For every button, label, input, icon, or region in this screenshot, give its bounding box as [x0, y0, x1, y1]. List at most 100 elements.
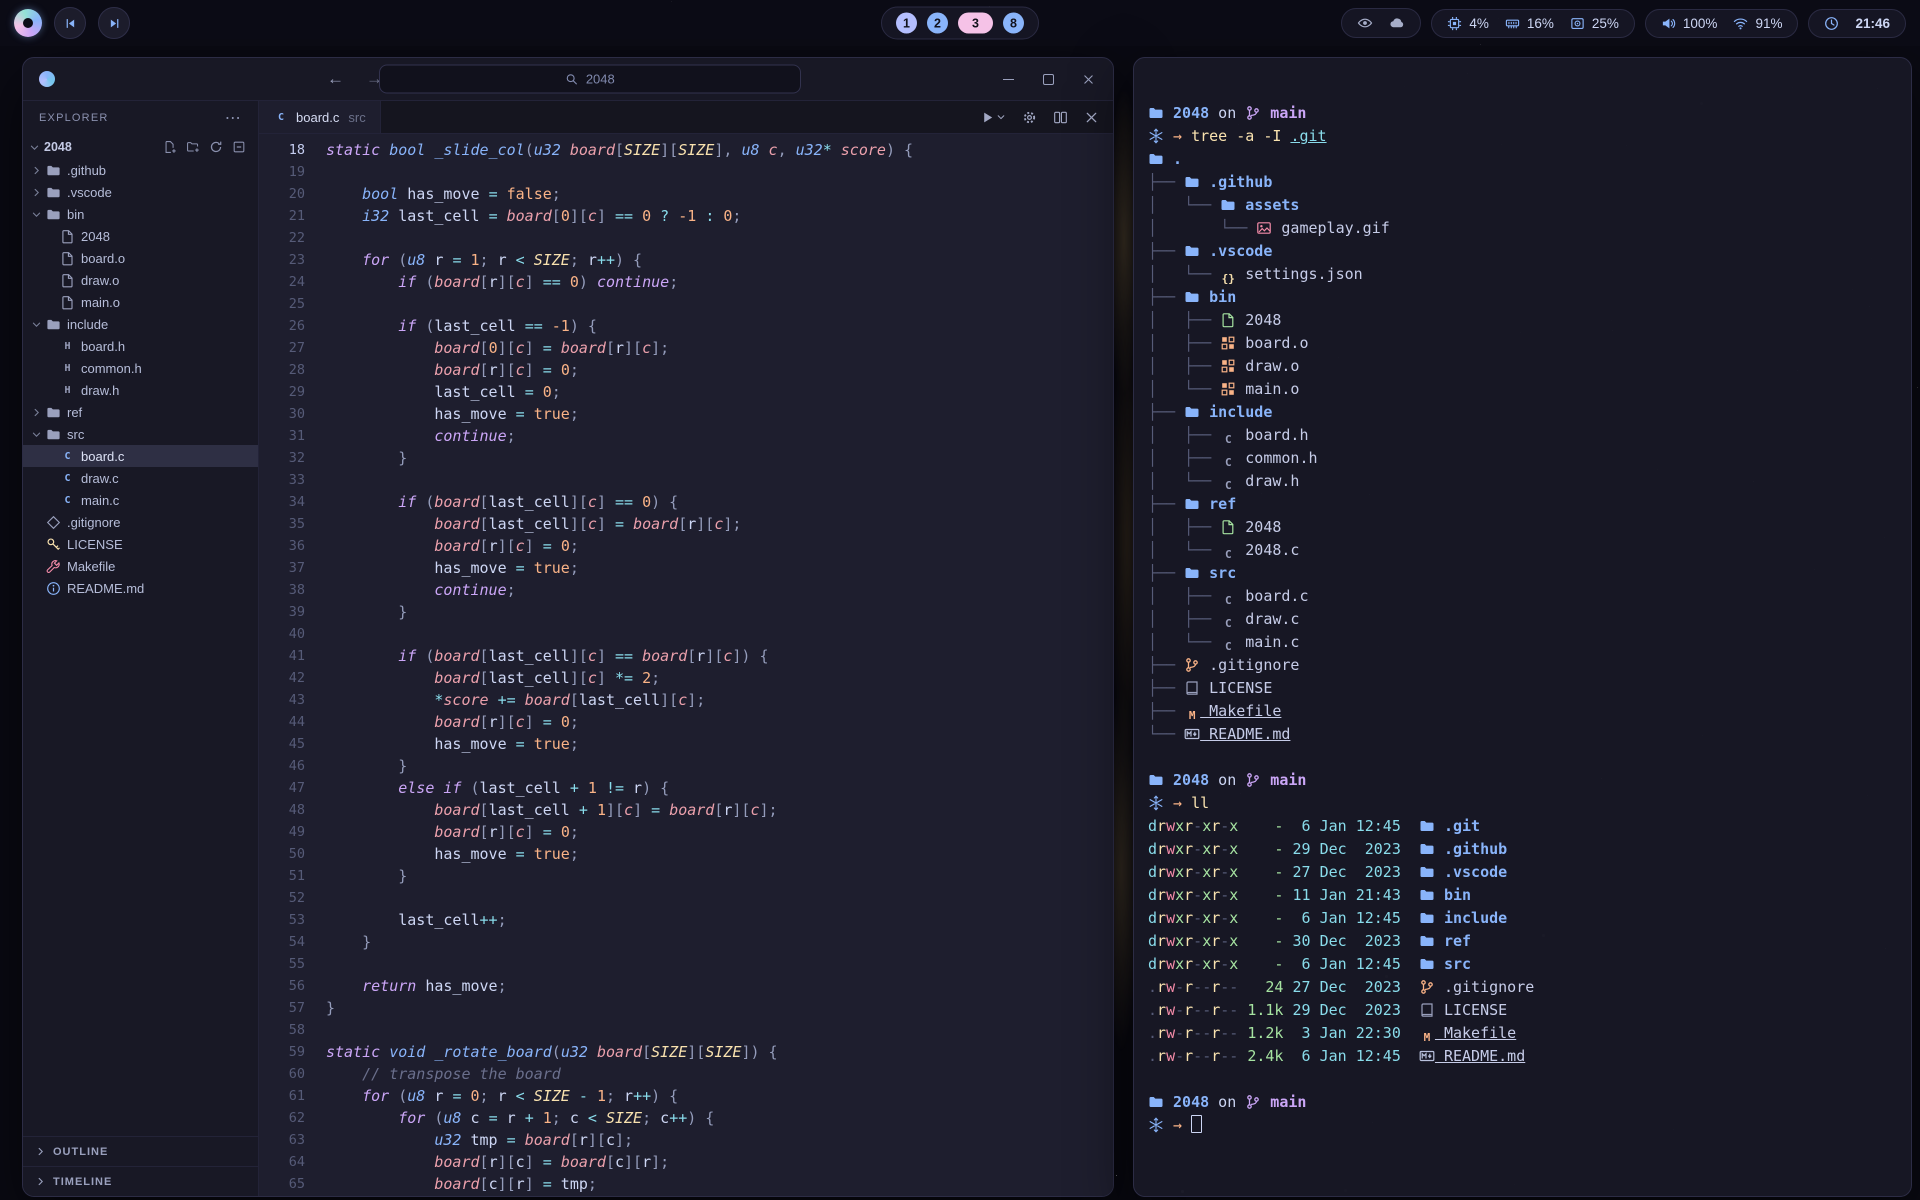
code-line-54[interactable]: 54 }	[259, 931, 1113, 953]
weather-widget[interactable]	[1341, 8, 1421, 38]
code-line-47[interactable]: 47 else if (last_cell + 1 != r) {	[259, 777, 1113, 799]
minimize-button[interactable]	[1001, 72, 1015, 86]
explorer-item-draw.o[interactable]: draw.o	[23, 269, 258, 291]
code-line-36[interactable]: 36 board[r][c] = 0;	[259, 535, 1113, 557]
explorer-item-board.h[interactable]: Hboard.h	[23, 335, 258, 357]
explorer-item-include[interactable]: include	[23, 313, 258, 335]
tab-board-c[interactable]: C board.c src	[259, 101, 381, 133]
explorer-item-README.md[interactable]: README.md	[23, 577, 258, 599]
code-line-21[interactable]: 21 i32 last_cell = board[0][c] == 0 ? -1…	[259, 205, 1113, 227]
code-line-63[interactable]: 63 u32 tmp = board[r][c];	[259, 1129, 1113, 1151]
explorer-item-ref[interactable]: ref	[23, 401, 258, 423]
code-line-60[interactable]: 60 // transpose the board	[259, 1063, 1113, 1085]
code-line-25[interactable]: 25	[259, 293, 1113, 315]
explorer-item-draw.c[interactable]: Cdraw.c	[23, 467, 258, 489]
workspace-8[interactable]: 8	[1003, 13, 1024, 34]
back-button[interactable]: ←	[327, 69, 344, 89]
code-line-56[interactable]: 56 return has_move;	[259, 975, 1113, 997]
close-editor-icon[interactable]	[1084, 110, 1099, 125]
clock-widget[interactable]: 21:46	[1808, 9, 1906, 38]
code-line-37[interactable]: 37 has_move = true;	[259, 557, 1113, 579]
code-line-32[interactable]: 32 }	[259, 447, 1113, 469]
explorer-item-.github[interactable]: .github	[23, 159, 258, 181]
code-line-62[interactable]: 62 for (u8 c = r + 1; c < SIZE; c++) {	[259, 1107, 1113, 1129]
code-line-26[interactable]: 26 if (last_cell == -1) {	[259, 315, 1113, 337]
code-line-19[interactable]: 19	[259, 161, 1113, 183]
code-line-61[interactable]: 61 for (u8 r = 0; r < SIZE - 1; r++) {	[259, 1085, 1113, 1107]
code-line-49[interactable]: 49 board[r][c] = 0;	[259, 821, 1113, 843]
code-line-57[interactable]: 57}	[259, 997, 1113, 1019]
code-line-31[interactable]: 31 continue;	[259, 425, 1113, 447]
code-line-23[interactable]: 23 for (u8 r = 1; r < SIZE; r++) {	[259, 249, 1113, 271]
explorer-item-bin[interactable]: bin	[23, 203, 258, 225]
explorer-item-draw.h[interactable]: Hdraw.h	[23, 379, 258, 401]
explorer-item-Makefile[interactable]: Makefile	[23, 555, 258, 577]
code-line-42[interactable]: 42 board[last_cell][c] *= 2;	[259, 667, 1113, 689]
workspace-1[interactable]: 1	[896, 13, 917, 34]
system-logo-icon[interactable]	[14, 9, 42, 37]
explorer-item-2048[interactable]: 2048	[23, 225, 258, 247]
wifi-stat[interactable]: 91%	[1733, 16, 1782, 31]
explorer-item-main.o[interactable]: main.o	[23, 291, 258, 313]
code-line-44[interactable]: 44 board[r][c] = 0;	[259, 711, 1113, 733]
outline-section[interactable]: OUTLINE	[23, 1136, 258, 1166]
code-line-24[interactable]: 24 if (board[r][c] == 0) continue;	[259, 271, 1113, 293]
new-file-icon[interactable]	[163, 140, 177, 154]
code-line-20[interactable]: 20 bool has_move = false;	[259, 183, 1113, 205]
explorer-item-board.o[interactable]: board.o	[23, 247, 258, 269]
explorer-item-LICENSE[interactable]: LICENSE	[23, 533, 258, 555]
code-line-33[interactable]: 33	[259, 469, 1113, 491]
code-line-65[interactable]: 65 board[c][r] = tmp;	[259, 1173, 1113, 1195]
terminal-window[interactable]: 2048 on main → tree -a -I .git .├── .git…	[1133, 57, 1912, 1197]
code-line-64[interactable]: 64 board[r][c] = board[c][r];	[259, 1151, 1113, 1173]
code-line-43[interactable]: 43 *score += board[last_cell][c];	[259, 689, 1113, 711]
code-line-38[interactable]: 38 continue;	[259, 579, 1113, 601]
audio-network-widget[interactable]: 100% 91%	[1645, 9, 1799, 38]
code-line-28[interactable]: 28 board[r][c] = 0;	[259, 359, 1113, 381]
split-editor-icon[interactable]	[1053, 110, 1068, 125]
code-line-50[interactable]: 50 has_move = true;	[259, 843, 1113, 865]
code-line-40[interactable]: 40	[259, 623, 1113, 645]
settings-gear-icon[interactable]	[1022, 110, 1037, 125]
collapse-all-icon[interactable]	[232, 140, 246, 154]
code-line-48[interactable]: 48 board[last_cell + 1][c] = board[r][c]…	[259, 799, 1113, 821]
code-line-30[interactable]: 30 has_move = true;	[259, 403, 1113, 425]
command-center-search[interactable]: 2048	[379, 65, 801, 94]
explorer-item-common.h[interactable]: Hcommon.h	[23, 357, 258, 379]
code-line-55[interactable]: 55	[259, 953, 1113, 975]
explorer-root-folder[interactable]: 2048	[23, 135, 258, 159]
new-folder-icon[interactable]	[186, 140, 200, 154]
code-line-29[interactable]: 29 last_cell = 0;	[259, 381, 1113, 403]
media-previous-button[interactable]	[54, 7, 86, 39]
refresh-icon[interactable]	[209, 140, 223, 154]
code-line-22[interactable]: 22	[259, 227, 1113, 249]
code-line-18[interactable]: 18static bool _slide_col(u32 board[SIZE]…	[259, 139, 1113, 161]
explorer-item-main.c[interactable]: Cmain.c	[23, 489, 258, 511]
timeline-section[interactable]: TIMELINE	[23, 1166, 258, 1196]
code-line-59[interactable]: 59static void _rotate_board(u32 board[SI…	[259, 1041, 1113, 1063]
code-line-51[interactable]: 51 }	[259, 865, 1113, 887]
code-line-27[interactable]: 27 board[0][c] = board[r][c];	[259, 337, 1113, 359]
maximize-button[interactable]	[1041, 72, 1055, 86]
code-line-58[interactable]: 58	[259, 1019, 1113, 1041]
code-line-45[interactable]: 45 has_move = true;	[259, 733, 1113, 755]
code-line-39[interactable]: 39 }	[259, 601, 1113, 623]
more-actions-icon[interactable]: ⋯	[225, 108, 242, 128]
media-next-button[interactable]	[98, 7, 130, 39]
code-line-41[interactable]: 41 if (board[last_cell][c] == board[r][c…	[259, 645, 1113, 667]
code-line-34[interactable]: 34 if (board[last_cell][c] == 0) {	[259, 491, 1113, 513]
explorer-item-.gitignore[interactable]: .gitignore	[23, 511, 258, 533]
code-line-53[interactable]: 53 last_cell++;	[259, 909, 1113, 931]
explorer-item-.vscode[interactable]: .vscode	[23, 181, 258, 203]
code-line-46[interactable]: 46 }	[259, 755, 1113, 777]
code-line-35[interactable]: 35 board[last_cell][c] = board[r][c];	[259, 513, 1113, 535]
code-editor[interactable]: 18static bool _slide_col(u32 board[SIZE]…	[259, 134, 1113, 1196]
code-line-52[interactable]: 52	[259, 887, 1113, 909]
explorer-item-src[interactable]: src	[23, 423, 258, 445]
workspace-2[interactable]: 2	[927, 13, 948, 34]
run-button[interactable]	[980, 110, 1006, 125]
explorer-item-board.c[interactable]: Cboard.c	[23, 445, 258, 467]
workspace-3[interactable]: 3	[958, 13, 993, 34]
close-button[interactable]	[1081, 72, 1095, 86]
volume-stat[interactable]: 100%	[1661, 16, 1718, 31]
